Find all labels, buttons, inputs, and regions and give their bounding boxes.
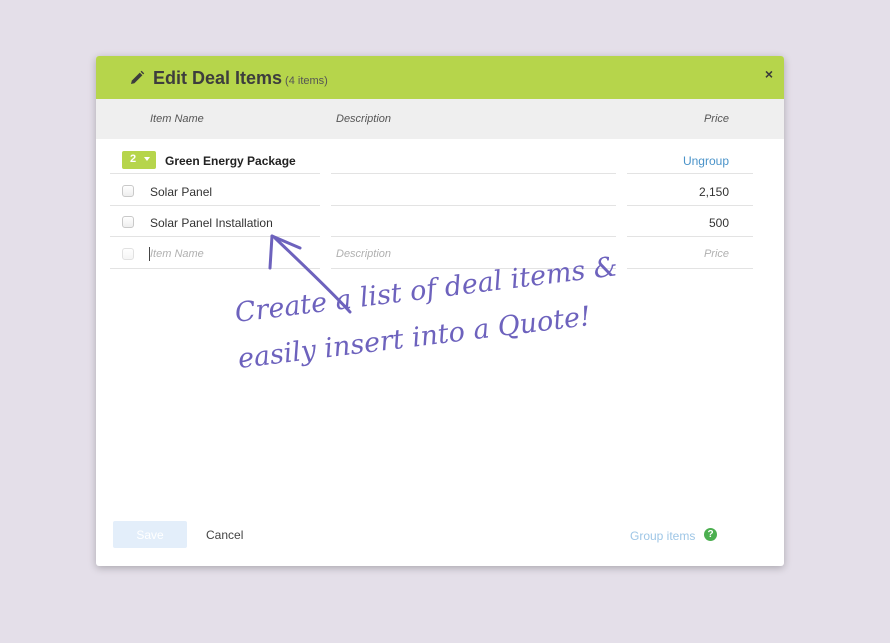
save-button[interactable]: Save — [113, 521, 187, 548]
chevron-down-icon — [144, 157, 150, 161]
row-checkbox[interactable] — [122, 248, 134, 260]
group-number-dropdown[interactable]: 2 — [122, 151, 156, 169]
ungroup-link[interactable]: Ungroup — [683, 154, 729, 168]
group-items-link[interactable]: Group items — [630, 529, 695, 543]
group-name: Green Energy Package — [165, 154, 296, 168]
item-count: (4 items) — [285, 75, 328, 87]
item-name[interactable]: Solar Panel — [150, 185, 212, 199]
dialog-header: Edit Deal Items (4 items) × — [96, 56, 784, 99]
column-item-name: Item Name — [150, 113, 204, 125]
row-checkbox[interactable] — [122, 185, 134, 197]
group-row: 2 Green Energy Package Ungroup — [96, 144, 784, 174]
row-checkbox[interactable] — [122, 216, 134, 228]
cancel-button[interactable]: Cancel — [206, 528, 243, 542]
table-row: Solar Panel Installation 500 — [96, 207, 784, 237]
group-number: 2 — [130, 153, 137, 165]
pencil-icon — [131, 70, 145, 84]
dialog-title-text: Edit Deal Items — [153, 68, 283, 88]
item-name-input[interactable]: Item Name — [150, 248, 204, 260]
help-icon[interactable]: ? — [704, 528, 717, 541]
column-price: Price — [703, 113, 729, 125]
column-header-row: Item Name Description Price — [96, 99, 784, 139]
new-item-row: Item Name Description Price — [96, 239, 784, 269]
table-row: Solar Panel 2,150 — [96, 176, 784, 206]
item-price[interactable]: 500 — [709, 216, 729, 230]
item-price[interactable]: 2,150 — [699, 185, 729, 199]
description-input[interactable]: Description — [336, 248, 391, 260]
dialog-title: Edit Deal Items (4 items) — [153, 68, 328, 89]
column-description: Description — [336, 113, 392, 125]
item-name[interactable]: Solar Panel Installation — [150, 216, 273, 230]
close-icon[interactable]: × — [765, 66, 773, 82]
edit-deal-items-dialog: Edit Deal Items (4 items) × Item Name Des… — [96, 56, 784, 566]
price-input[interactable]: Price — [704, 248, 729, 260]
